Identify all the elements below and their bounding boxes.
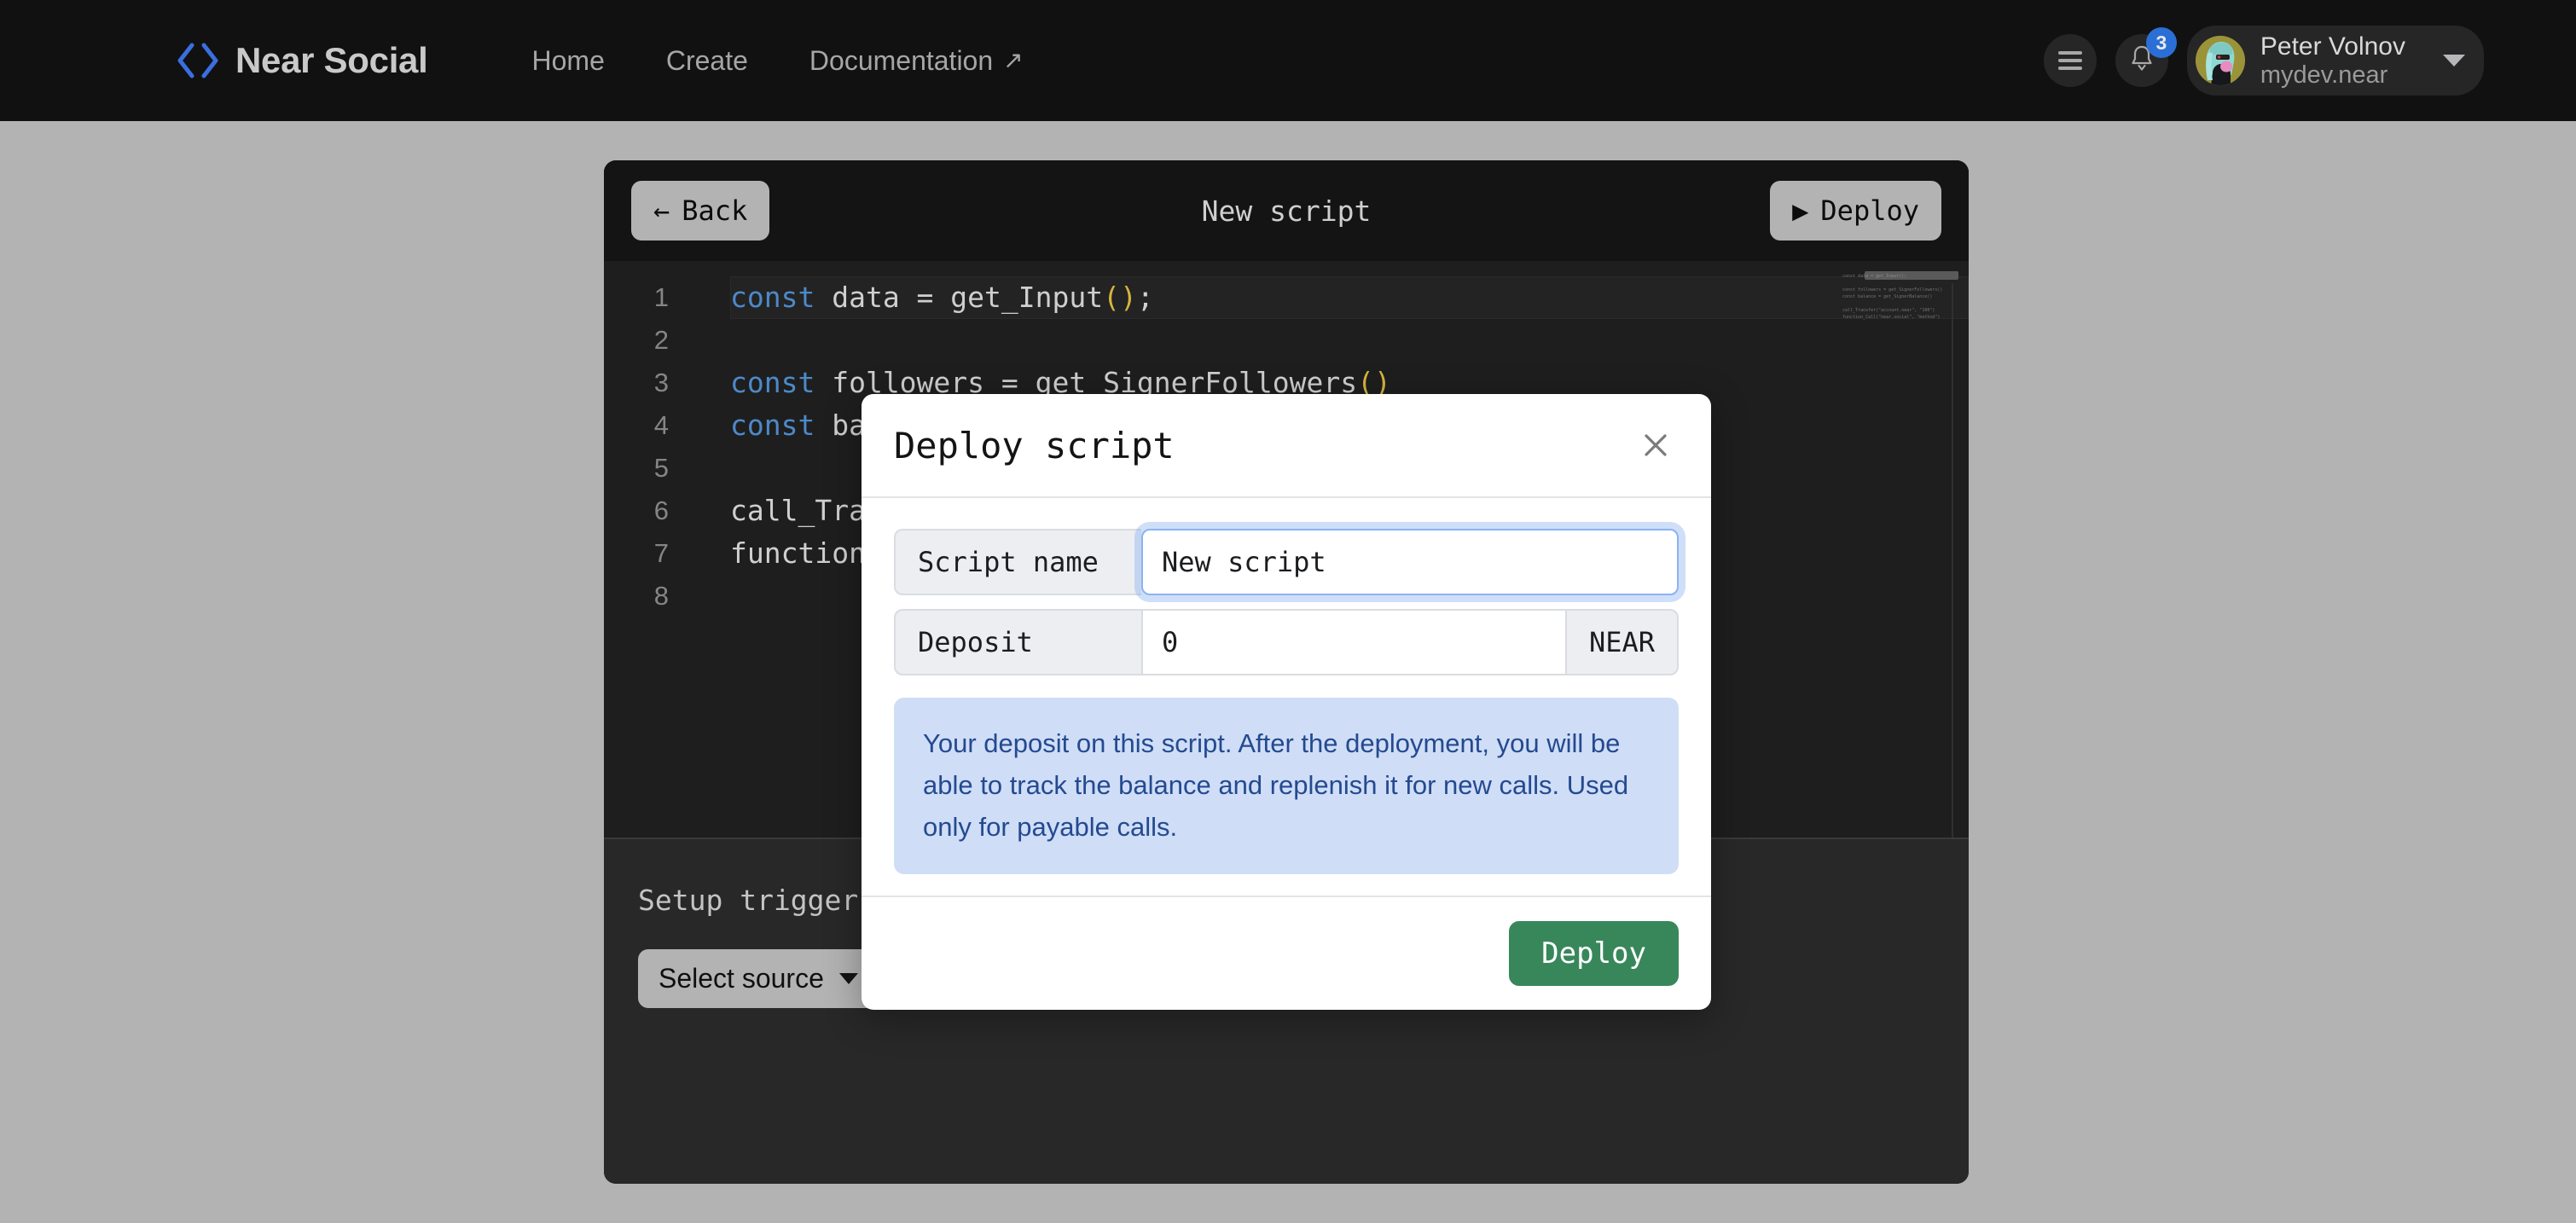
hamburger-menu-icon <box>2057 47 2082 74</box>
modal-deploy-submit-button[interactable]: Deploy <box>1509 921 1679 986</box>
avatar <box>2195 36 2245 85</box>
brand-name: Near Social <box>235 40 428 80</box>
nav-item-documentation[interactable]: Documentation ↗ <box>779 33 1054 89</box>
hamburger-menu-button[interactable] <box>2043 34 2097 87</box>
external-link-icon: ↗ <box>1003 47 1024 73</box>
deposit-currency-suffix: NEAR <box>1566 609 1679 675</box>
select-source-dropdown[interactable]: Select source <box>638 949 879 1008</box>
select-source-label: Select source <box>659 963 824 994</box>
deploy-script-modal: Deploy script Script name Deposit NEAR Y… <box>862 394 1711 1010</box>
notification-count-badge: 3 <box>2145 27 2177 58</box>
account-info: Peter Volnov mydev.near <box>2260 32 2405 89</box>
page-title: New script <box>1201 194 1372 228</box>
brand-logo[interactable]: Near Social <box>175 38 428 84</box>
editor-toolbar: ← Back New script ▶ Deploy <box>604 160 1969 261</box>
line-number-gutter: 1 2 3 4 5 6 7 8 <box>604 261 682 838</box>
account-name: Peter Volnov <box>2260 32 2405 61</box>
caret-down-icon <box>838 973 858 984</box>
nav-item-home[interactable]: Home <box>502 33 635 89</box>
nav-item-label: Create <box>665 44 748 76</box>
account-handle: mydev.near <box>2260 61 2388 89</box>
deposit-input[interactable] <box>1141 609 1567 675</box>
modal-title: Deploy script <box>894 424 1175 467</box>
line-number: 8 <box>653 581 669 611</box>
line-number: 1 <box>653 282 669 312</box>
deposit-label: Deposit <box>894 609 1141 675</box>
back-button-label: Back <box>682 194 748 227</box>
script-name-input[interactable] <box>1141 529 1679 595</box>
line-number: 3 <box>653 368 669 397</box>
nav-item-create[interactable]: Create <box>635 33 779 89</box>
modal-footer: Deploy <box>862 896 1711 1010</box>
script-name-field-group: Script name <box>894 529 1679 595</box>
back-button[interactable]: ← Back <box>631 181 770 241</box>
deploy-button[interactable]: ▶ Deploy <box>1770 181 1941 241</box>
code-brackets-icon <box>175 38 221 84</box>
nav-item-label: Documentation <box>809 44 994 76</box>
chevron-down-icon <box>2443 55 2465 67</box>
header-actions: 3 Peter Volnov mydev.near <box>2043 25 2484 96</box>
modal-header: Deploy script <box>862 394 1711 498</box>
modal-body: Script name Deposit NEAR Your deposit on… <box>862 498 1711 896</box>
close-icon[interactable] <box>1633 422 1679 468</box>
app-header: Near Social Home Create Documentation ↗ <box>0 0 2576 121</box>
nav-item-label: Home <box>531 44 605 76</box>
line-number: 6 <box>653 496 669 525</box>
script-name-label: Script name <box>894 529 1141 595</box>
editor-vertical-rule <box>1952 283 1953 838</box>
line-number: 4 <box>653 410 669 440</box>
notifications-button[interactable]: 3 <box>2115 27 2177 87</box>
editor-scrollbar-thumb[interactable] <box>1865 271 1958 280</box>
line-number: 2 <box>653 325 669 355</box>
deploy-button-label: Deploy <box>1820 194 1919 227</box>
line-number: 5 <box>653 453 669 483</box>
deposit-info-text: Your deposit on this script. After the d… <box>894 698 1679 874</box>
code-line: const data = get_Input(); <box>730 276 1969 319</box>
account-menu-button[interactable]: Peter Volnov mydev.near <box>2186 25 2484 96</box>
play-icon: ▶ <box>1792 194 1809 227</box>
main-nav: Home Create Documentation ↗ <box>502 33 1054 89</box>
arrow-left-icon: ← <box>653 194 670 227</box>
deposit-field-group: Deposit NEAR <box>894 609 1679 675</box>
line-number: 7 <box>653 538 669 568</box>
